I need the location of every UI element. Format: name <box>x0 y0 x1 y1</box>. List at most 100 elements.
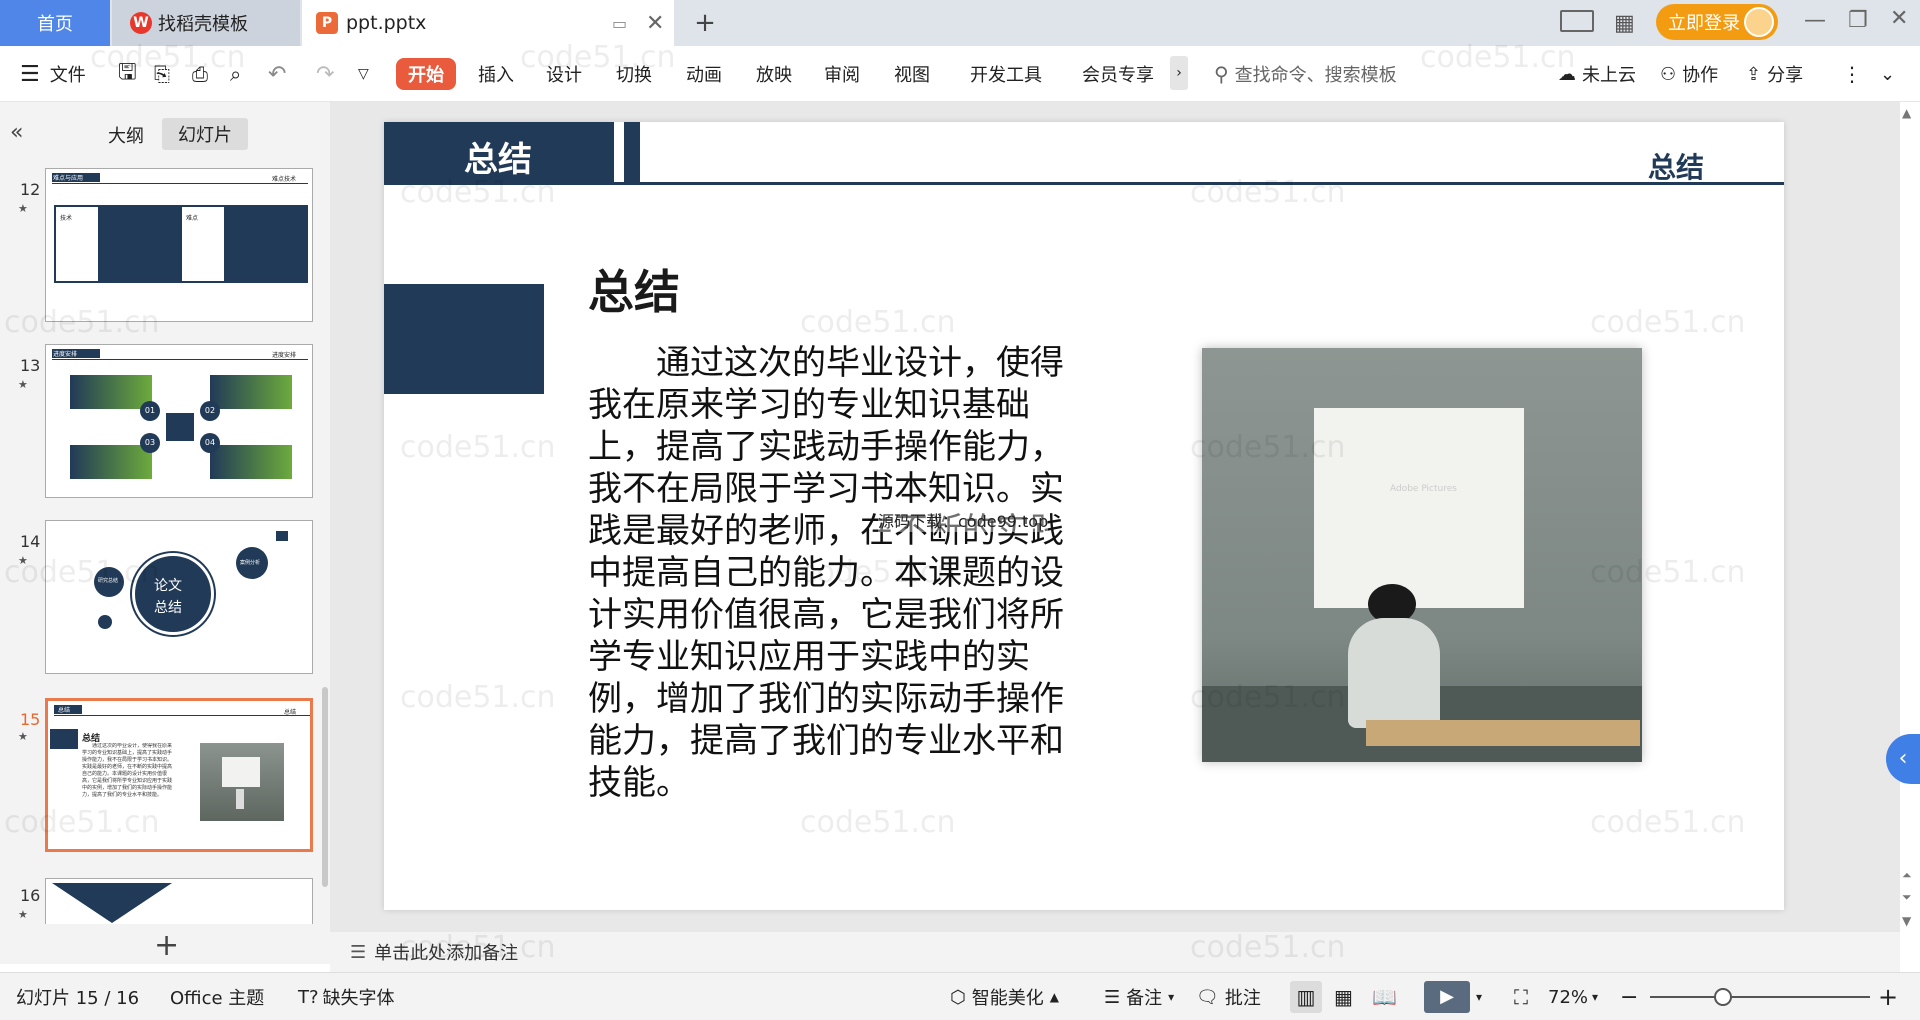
collab-button[interactable]: ⚇ 协作 <box>1660 46 1718 102</box>
share-button[interactable]: ⇪ 分享 <box>1746 46 1803 102</box>
zoom-out-icon[interactable]: − <box>1620 973 1638 1020</box>
new-tab-button[interactable]: + <box>690 0 720 46</box>
slide-title[interactable]: 总结 <box>588 256 680 322</box>
slide-canvas[interactable]: 总结 总结 总结 通过这次的毕业设计，使得我在原来学习的专业知识基础上，提高了实… <box>384 122 1784 910</box>
tab-member-label: 会员专享 <box>1082 65 1154 86</box>
export-icon[interactable]: ⎘ <box>154 46 170 102</box>
tab-transition[interactable]: 切换 <box>616 46 652 102</box>
fit-window-icon[interactable]: ⛶ <box>1514 973 1528 1020</box>
chevron-down-icon: ▾ <box>1168 990 1175 1004</box>
tab-animation[interactable]: 动画 <box>686 46 722 102</box>
zoom-level[interactable]: 72% ▾ <box>1548 973 1598 1020</box>
normal-view-icon[interactable]: ▥ <box>1290 981 1322 1013</box>
tab-insert[interactable]: 插入 <box>478 46 514 102</box>
restore-icon[interactable]: ❐ <box>1848 8 1868 33</box>
zoom-slider-thumb[interactable] <box>1714 988 1732 1006</box>
play-slideshow-button[interactable]: ▶ <box>1424 981 1470 1013</box>
slide-photo[interactable]: Adobe Pictures <box>1202 348 1642 762</box>
tab-start[interactable]: 开始 <box>396 58 456 90</box>
zoom-slider-track[interactable] <box>1650 996 1870 998</box>
tab-developer[interactable]: 开发工具 <box>970 46 1042 102</box>
photo-person-body <box>1348 618 1440 728</box>
ribbon-toolbar: ☰ 文件 🖫 ⎘ ⎙ ⌕ ↶ ↷ ▽ 开始 插入 设计 切换 动画 放映 审阅 … <box>0 46 1920 102</box>
close-window-icon[interactable]: ✕ <box>1890 6 1908 31</box>
slide-number: 12 <box>20 180 41 199</box>
grid-apps-icon[interactable]: ▦ <box>1614 11 1635 36</box>
quick-access-dropdown-icon[interactable]: ▽ <box>358 46 369 102</box>
slide-number: 16 <box>20 886 41 905</box>
file-menu[interactable]: ☰ 文件 <box>20 46 86 102</box>
star-icon: ★ <box>18 202 28 215</box>
share-icon: ⇪ <box>1746 63 1762 85</box>
slide-thumbnail-16[interactable] <box>45 878 313 924</box>
slide-thumbnail-14[interactable]: 论文 总结 研究总结 案例分析 <box>45 520 313 674</box>
sorter-view-icon[interactable]: ▦ <box>1334 973 1353 1020</box>
tab-docer-label: 找稻壳模板 <box>158 14 248 35</box>
tab-review[interactable]: 审阅 <box>824 46 860 102</box>
slide-number-selected: 15 <box>20 710 41 729</box>
more-options-icon[interactable]: ⋮ <box>1842 46 1862 102</box>
thumb-box <box>210 375 292 409</box>
collapse-ribbon-icon[interactable]: ⌄ <box>1880 46 1895 102</box>
zoom-in-icon[interactable]: + <box>1878 973 1898 1020</box>
slide-thumbnail-12[interactable]: 难点与应用 难点技术 技术 难点 <box>45 168 313 322</box>
login-button[interactable]: 立即登录 <box>1656 4 1778 40</box>
missing-font-button[interactable]: T? 缺失字体 <box>298 973 395 1020</box>
tab-design[interactable]: 设计 <box>546 46 582 102</box>
slide-thumbnail-15[interactable]: 总结 总结 总结 通过这次的毕业设计，使得我在原来学习的专业知识基础上，提高了实… <box>45 698 313 852</box>
slide-header-right: 总结 <box>1648 151 1705 184</box>
avatar <box>1744 7 1774 37</box>
slide-body-text[interactable]: 通过这次的毕业设计，使得我在原来学习的专业知识基础上，提高了实践动手操作能力，我… <box>588 342 1064 804</box>
slide-thumbnail-13[interactable]: 进度安排 进度安排 01 02 03 04 <box>45 344 313 498</box>
collapse-panel-icon[interactable]: « <box>10 120 23 145</box>
save-icon[interactable]: 🖫 <box>118 46 137 102</box>
photo-projection-screen <box>1314 408 1524 608</box>
notes-toggle-button[interactable]: ☰ 备注 ▾ <box>1104 973 1174 1020</box>
share-label: 分享 <box>1767 65 1804 86</box>
slide-header-stripe <box>624 122 640 182</box>
panel-scrollbar[interactable] <box>322 687 328 887</box>
thumb-step-number: 02 <box>200 401 220 421</box>
undo-icon[interactable]: ↶ <box>268 46 286 102</box>
print-preview-icon[interactable]: ⌕ <box>230 46 241 102</box>
cloud-icon: ☁ <box>1558 63 1576 85</box>
tab-member[interactable]: 会员专享 <box>1082 46 1154 102</box>
close-tab-icon[interactable]: ✕ <box>646 11 664 36</box>
scroll-up-icon[interactable]: ▲ <box>1902 106 1911 120</box>
smart-beautify-button[interactable]: ⬡ 智能美化 ▲ <box>950 973 1059 1020</box>
comments-button[interactable]: 🗨 批注 <box>1196 973 1261 1020</box>
thumb-triangle <box>52 883 172 923</box>
tab-docer-templates[interactable]: W 找稻壳模板 <box>112 0 300 46</box>
tab-home-label: 首页 <box>37 14 73 35</box>
search-box[interactable]: ⚲ 查找命令、搜索模板 <box>1214 46 1397 102</box>
more-tabs-chevron-icon[interactable]: › <box>1170 56 1188 90</box>
slides-panel: « 大纲 幻灯片 12 ★ 难点与应用 难点技术 技术 难点 13 ★ 进度安排… <box>0 102 330 964</box>
minimize-icon[interactable]: — <box>1804 8 1826 33</box>
tab-slides[interactable]: 幻灯片 <box>162 118 248 150</box>
play-options-chevron-icon[interactable]: ▾ <box>1476 973 1482 1020</box>
reading-view-icon[interactable]: 📖 <box>1372 973 1397 1020</box>
cloud-status[interactable]: ☁ 未上云 <box>1558 46 1636 102</box>
page-up-icon[interactable]: ⏶ <box>1902 868 1912 883</box>
redo-icon[interactable]: ↷ <box>316 46 334 102</box>
star-icon: ★ <box>18 378 28 391</box>
monitor-icon[interactable]: ▭ <box>612 14 627 33</box>
tab-slideshow[interactable]: 放映 <box>756 46 792 102</box>
page-down-icon[interactable]: ⏷ <box>1902 890 1912 905</box>
slide-header-title: 总结 <box>464 140 532 180</box>
tab-outline[interactable]: 大纲 <box>108 122 144 148</box>
tab-ppt-file[interactable]: P ppt.pptx ▭ ✕ <box>302 0 674 46</box>
thumb-rule <box>52 359 308 360</box>
chevron-up-icon: ▲ <box>1049 990 1059 1004</box>
layout-icon[interactable] <box>1560 10 1594 32</box>
theme-name[interactable]: Office 主题 <box>170 973 264 1020</box>
scroll-down-icon[interactable]: ▼ <box>1902 914 1911 928</box>
add-slide-icon[interactable]: + <box>154 928 179 963</box>
missing-font-icon: T? <box>298 986 319 1008</box>
hamburger-icon: ☰ <box>20 61 40 87</box>
tab-home[interactable]: 首页 <box>0 0 110 46</box>
notes-bar[interactable]: ☰ 单击此处添加备注 <box>330 932 1900 972</box>
print-icon[interactable]: ⎙ <box>192 46 208 102</box>
comments-label: 批注 <box>1224 988 1261 1009</box>
tab-view[interactable]: 视图 <box>894 46 930 102</box>
